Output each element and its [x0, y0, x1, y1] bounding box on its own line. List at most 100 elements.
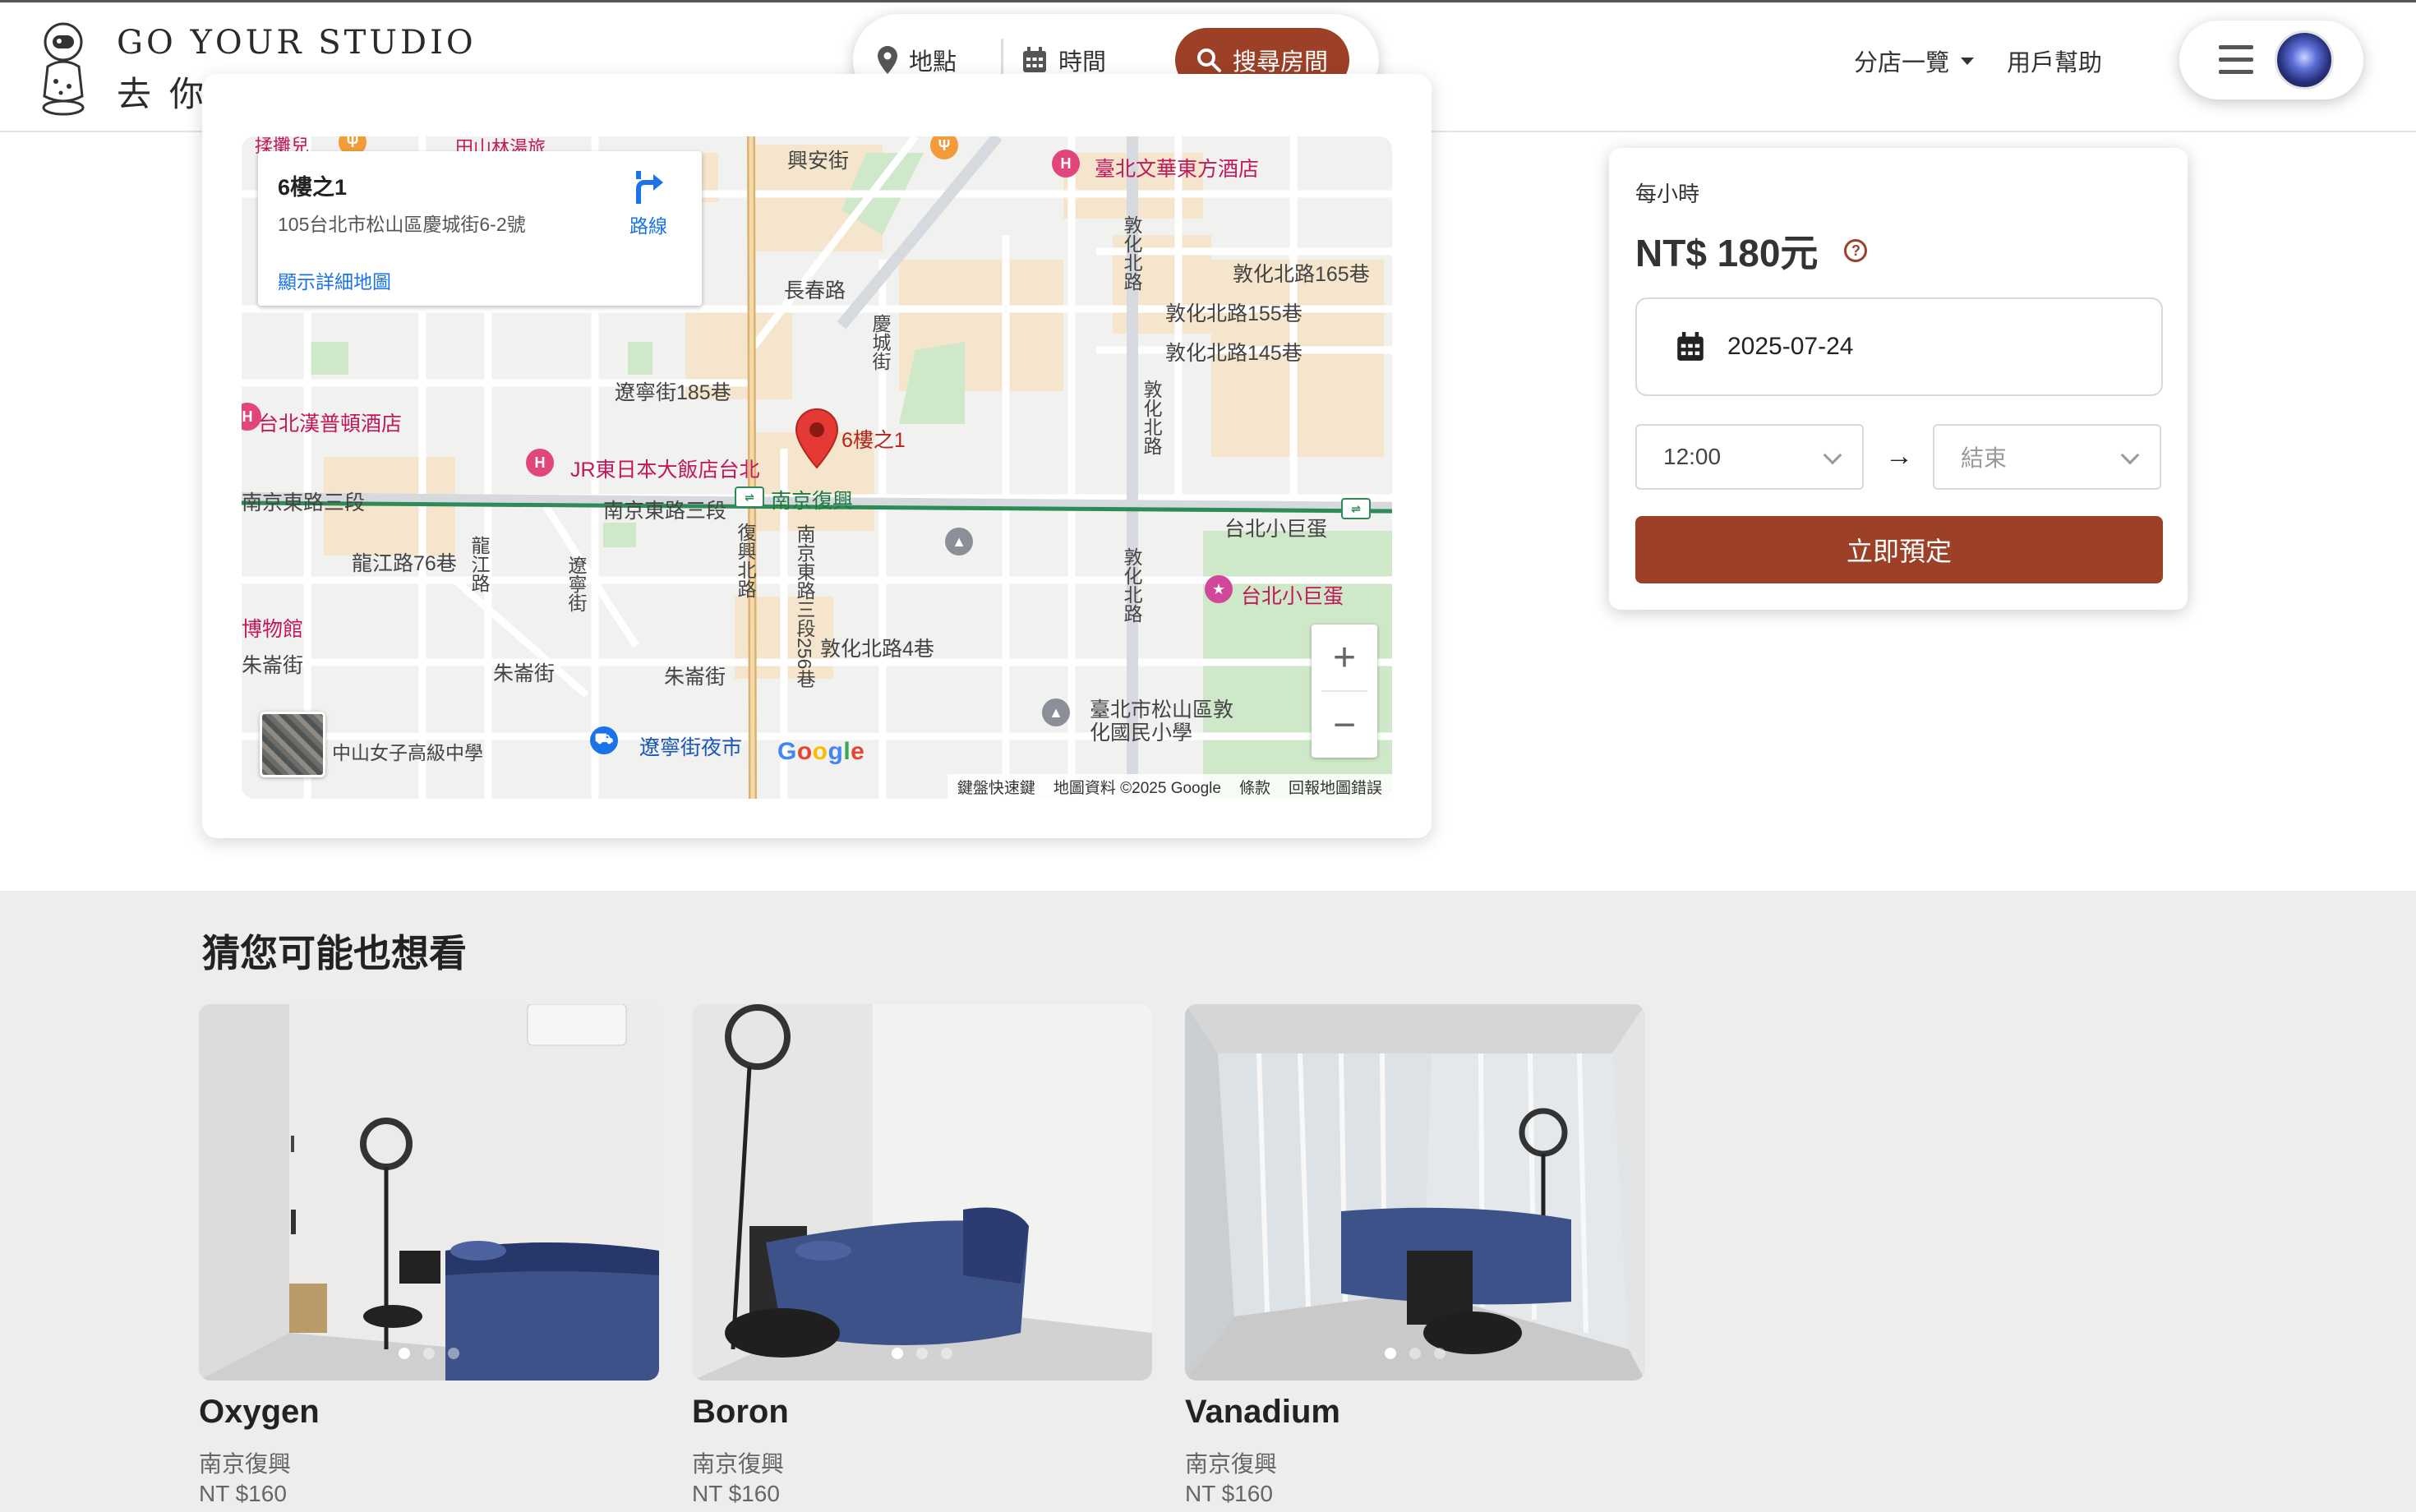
map-label-zhuyun-mid: 朱崙街 [493, 662, 556, 685]
carousel-dots [199, 1348, 659, 1359]
map-label-hotel-mandarin: 臺北文華東方酒店 [1095, 158, 1260, 181]
map-label-zhuyun-east: 朱崙街 [664, 666, 726, 689]
embedded-map[interactable]: 興安街 長春路 慶城街 遼寧街185巷 敦化北路165巷 敦化北路155巷 敦化… [242, 136, 1392, 799]
room-price: NT $160 [1185, 1481, 1273, 1506]
help-link[interactable]: 用戶幫助 [2007, 44, 2102, 78]
start-time-select[interactable]: 12:00 [1635, 424, 1864, 490]
map-label-dunhua165: 敦化北路165巷 [1233, 263, 1370, 286]
directions-icon [636, 171, 663, 204]
map-label-dunhua155: 敦化北路155巷 [1165, 302, 1303, 325]
shopping-pin-icon[interactable]: ⛟ [590, 726, 618, 754]
map-label-dunhua4: 敦化北路4巷 [820, 638, 934, 661]
room-card[interactable]: Vanadium 南京復興 NT $160 [1185, 1004, 1645, 1512]
map-label-nanjing-fuxing-station: 南京復興 [771, 490, 854, 513]
school-pin-icon[interactable]: ▲ [945, 528, 973, 555]
directions-button[interactable]: 路線 [611, 169, 685, 238]
booking-card: 每小時 NT$ 180元 ? 2025-07-24 12:00 → 結束 立即預… [1609, 148, 2188, 610]
terms-link[interactable]: 條款 [1239, 776, 1270, 798]
room-card[interactable]: Boron 南京復興 NT $160 [692, 1004, 1152, 1512]
book-now-button[interactable]: 立即預定 [1635, 516, 2163, 583]
google-logo: Google [777, 738, 865, 765]
place-info-window: 6樓之1 105台北市松山區慶城街6-2號 顯示詳細地圖 路線 [258, 151, 702, 306]
calendar-icon [1023, 47, 1046, 72]
mrt-station-icon[interactable]: ⇌ [735, 486, 764, 508]
satellite-toggle[interactable] [260, 712, 325, 777]
chevron-down-icon [2120, 445, 2140, 465]
carousel-dot-active[interactable] [892, 1348, 903, 1359]
date-picker[interactable]: 2025-07-24 [1635, 297, 2163, 396]
room-card[interactable]: Oxygen 南京復興 NT $160 [199, 1004, 659, 1512]
room-name[interactable]: Boron [692, 1394, 789, 1431]
keyboard-shortcuts-link[interactable]: 鍵盤快速鍵 [957, 776, 1035, 798]
carousel-dot[interactable] [423, 1348, 435, 1359]
map-label-fuxing-n: 復興北路 [735, 523, 756, 598]
map-label-dunhua-c: 敦化北路 [1121, 547, 1142, 623]
map-label-qingcheng: 慶城街 [869, 314, 891, 371]
room-photo[interactable] [692, 1004, 1152, 1381]
brand-name-en: GO YOUR STUDIO [117, 24, 477, 62]
carousel-dots [1185, 1348, 1645, 1359]
user-menu-button[interactable] [2179, 21, 2363, 99]
school-pin-icon[interactable]: ▲ [1042, 698, 1070, 726]
map-label-dunhua-b: 敦化北路 [1141, 380, 1162, 455]
carousel-dots [692, 1348, 1152, 1359]
astronaut-logo-icon [42, 22, 85, 116]
carousel-dot[interactable] [448, 1348, 459, 1359]
search-button-label: 搜尋房間 [1232, 49, 1328, 76]
end-time-select[interactable]: 結束 [1933, 424, 2161, 490]
room-location: 南京復興 [1185, 1451, 1278, 1477]
map-label-arena: 台北小巨蛋 [1241, 585, 1344, 608]
room-location: 南京復興 [692, 1451, 785, 1477]
room-photo[interactable] [199, 1004, 659, 1381]
chevron-down-icon [1823, 445, 1842, 465]
carousel-dot[interactable] [941, 1348, 952, 1359]
help-icon[interactable]: ? [1844, 239, 1868, 262]
map-label-dunhua-a: 敦化北路 [1121, 215, 1142, 291]
place-address: 105台北市松山區慶城街6-2號 [278, 214, 526, 235]
hotel-pin-icon[interactable]: H [526, 449, 554, 477]
carousel-dot-active[interactable] [399, 1348, 410, 1359]
map-label-liaoning185: 遼寧街185巷 [615, 381, 731, 404]
map-card: 興安街 長春路 慶城街 遼寧街185巷 敦化北路165巷 敦化北路155巷 敦化… [202, 74, 1432, 838]
room-name[interactable]: Vanadium [1185, 1394, 1340, 1431]
map-label-arena-station: 台北小巨蛋 [1224, 518, 1328, 541]
room-price: NT $160 [692, 1481, 780, 1506]
map-label-xingan: 興安街 [787, 150, 850, 173]
branches-dropdown[interactable]: 分店一覽 [1854, 44, 1975, 78]
map-label-nanjing256: 南京東路三段256巷 [794, 524, 815, 689]
end-time-placeholder: 結束 [1961, 445, 2008, 471]
location-marker-icon[interactable] [794, 408, 840, 470]
zoom-out-button[interactable]: − [1312, 692, 1377, 758]
price-value: NT$ 180元 ? [1635, 224, 1868, 278]
map-label-school-dunhua: 臺北市松山區敦化國民小學 [1090, 698, 1234, 744]
directions-label: 路線 [629, 215, 667, 237]
price-text: NT$ 180元 [1635, 232, 1819, 274]
map-label-hotel-jr: JR東日本大飯店台北 [570, 459, 760, 482]
room-photo[interactable] [1185, 1004, 1645, 1381]
room-name[interactable]: Oxygen [199, 1394, 320, 1431]
arrow-right-icon: → [1885, 440, 1913, 472]
map-label-school-zhongshan: 中山女子高級中學 [332, 742, 483, 763]
carousel-dot-active[interactable] [1385, 1348, 1396, 1359]
marker-label: 6樓之1 [841, 429, 906, 452]
room-photo-image [1185, 1004, 1645, 1381]
hotel-pin-icon[interactable]: H [1052, 150, 1080, 177]
price-unit-label: 每小時 [1635, 182, 1700, 206]
avatar [2275, 30, 2334, 90]
carousel-dot[interactable] [1409, 1348, 1421, 1359]
map-label-dunhua145: 敦化北路145巷 [1165, 342, 1303, 365]
date-value: 2025-07-24 [1727, 333, 1854, 360]
room-photo-image [199, 1004, 659, 1381]
recommendations-section: 猜您可能也想看 Oxygen 南京復興 NT $160 Boron 南京復興 N… [0, 891, 2416, 1512]
arena-pin-icon[interactable]: ★ [1205, 575, 1233, 603]
carousel-dot[interactable] [916, 1348, 928, 1359]
view-larger-map-link[interactable]: 顯示詳細地圖 [278, 266, 391, 294]
zoom-in-button[interactable]: + [1312, 625, 1377, 690]
recommendations-title: 猜您可能也想看 [202, 932, 467, 975]
report-error-link[interactable]: 回報地圖錯誤 [1289, 776, 1382, 798]
map-attribution: 鍵盤快速鍵 地圖資料 ©2025 Google 條款 回報地圖錯誤 [947, 774, 1392, 799]
map-pin-icon [878, 46, 897, 74]
mrt-station-icon[interactable]: ⇌ [1341, 498, 1371, 519]
map-label-liaoning: 遼寧街 [565, 555, 587, 612]
carousel-dot[interactable] [1434, 1348, 1445, 1359]
